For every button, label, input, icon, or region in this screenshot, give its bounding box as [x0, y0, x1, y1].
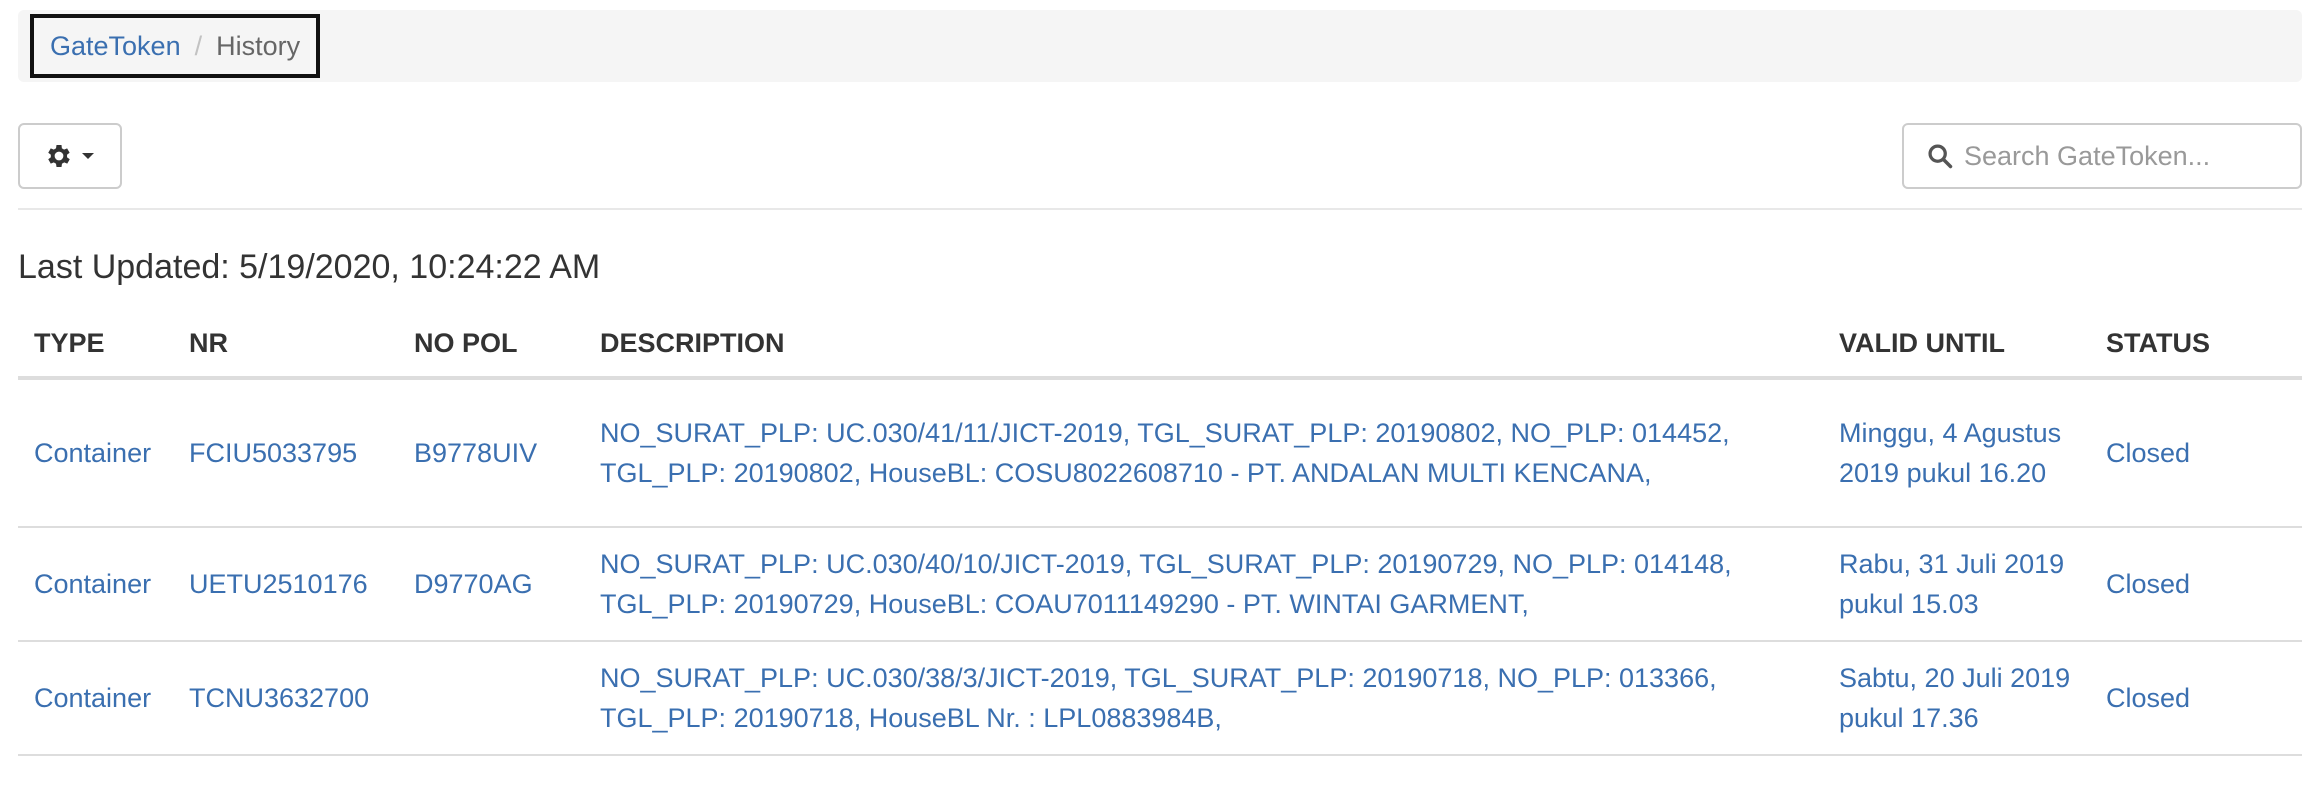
breadcrumb-current-history: History	[216, 30, 301, 61]
cell-status[interactable]: Closed	[2090, 641, 2302, 756]
cell-description[interactable]: NO_SURAT_PLP: UC.030/41/11/JICT-2019, TG…	[584, 378, 1823, 528]
column-header-nr[interactable]: NR	[173, 310, 398, 380]
column-header-no-pol[interactable]: NO POL	[398, 310, 584, 380]
cell-nr[interactable]: TCNU3632700	[173, 641, 398, 756]
column-header-valid-until[interactable]: VALID UNTIL	[1823, 310, 2090, 380]
cell-nr[interactable]: UETU2510176	[173, 527, 398, 642]
toolbar-divider	[18, 208, 2302, 210]
settings-dropdown-button[interactable]	[18, 123, 122, 189]
search-input[interactable]	[1964, 140, 2284, 172]
breadcrumb: GateToken / History	[30, 14, 321, 78]
breadcrumb-bar: GateToken / History	[18, 10, 2302, 82]
cell-type[interactable]: Container	[18, 641, 173, 756]
search-box[interactable]	[1902, 123, 2302, 189]
cell-status[interactable]: Closed	[2090, 378, 2302, 528]
table-row[interactable]: Container TCNU3632700 NO_SURAT_PLP: UC.0…	[18, 641, 2302, 756]
cell-status[interactable]: Closed	[2090, 527, 2302, 642]
cell-no-pol[interactable]: D9770AG	[398, 527, 584, 642]
column-header-status[interactable]: STATUS	[2090, 310, 2302, 380]
search-icon	[1928, 144, 1953, 169]
gatetoken-history-table: TYPE NR NO POL DESCRIPTION VALID UNTIL S…	[18, 310, 2302, 756]
table-row[interactable]: Container UETU2510176 D9770AG NO_SURAT_P…	[18, 527, 2302, 642]
column-header-description[interactable]: DESCRIPTION	[584, 310, 1823, 380]
cell-description[interactable]: NO_SURAT_PLP: UC.030/38/3/JICT-2019, TGL…	[584, 641, 1823, 756]
table-row[interactable]: Container FCIU5033795 B9778UIV NO_SURAT_…	[18, 378, 2302, 528]
cell-valid-until[interactable]: Minggu, 4 Agustus 2019 pukul 16.20	[1823, 378, 2090, 528]
breadcrumb-separator: /	[194, 30, 203, 61]
cell-no-pol[interactable]	[398, 641, 584, 756]
cell-description[interactable]: NO_SURAT_PLP: UC.030/40/10/JICT-2019, TG…	[584, 527, 1823, 642]
cell-valid-until[interactable]: Sabtu, 20 Juli 2019 pukul 17.36	[1823, 641, 2090, 756]
last-updated-text: Last Updated: 5/19/2020, 10:24:22 AM	[18, 248, 601, 286]
cell-valid-until[interactable]: Rabu, 31 Juli 2019 pukul 15.03	[1823, 527, 2090, 642]
cell-nr[interactable]: FCIU5033795	[173, 378, 398, 528]
column-header-type[interactable]: TYPE	[18, 310, 173, 380]
caret-down-icon	[82, 153, 94, 159]
cell-type[interactable]: Container	[18, 378, 173, 528]
cell-no-pol[interactable]: B9778UIV	[398, 378, 584, 528]
gear-icon	[48, 145, 70, 167]
table-header-row: TYPE NR NO POL DESCRIPTION VALID UNTIL S…	[18, 310, 2302, 380]
breadcrumb-link-gatetoken[interactable]: GateToken	[50, 31, 181, 62]
cell-type[interactable]: Container	[18, 527, 173, 642]
